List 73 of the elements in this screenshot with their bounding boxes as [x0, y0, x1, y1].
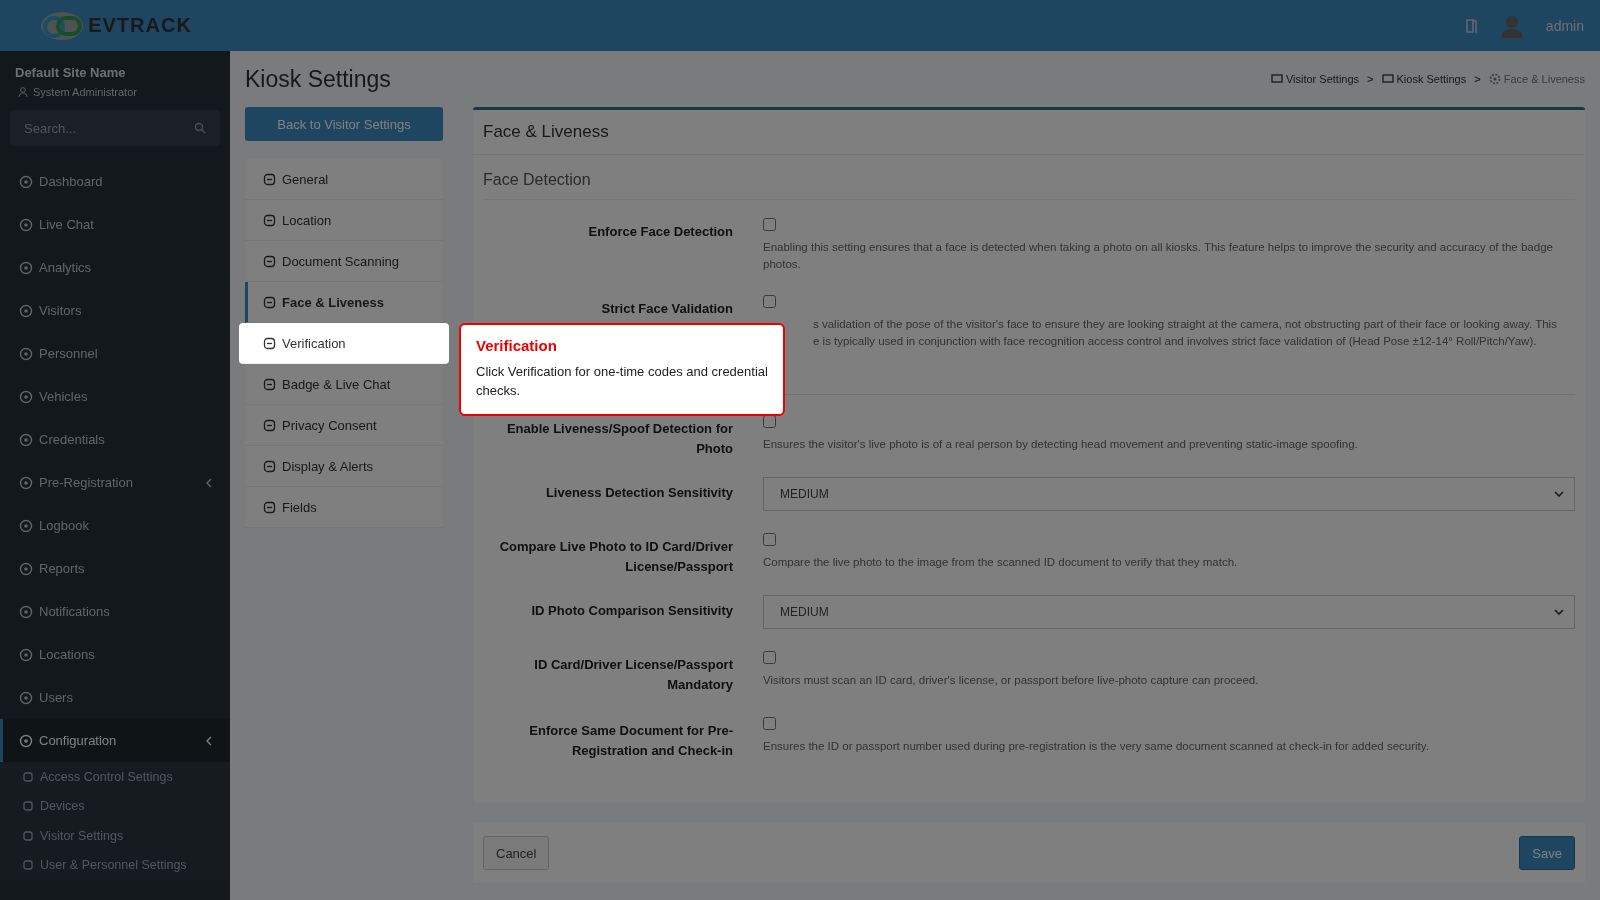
checkbox[interactable]	[763, 415, 776, 428]
checkbox[interactable]	[763, 533, 776, 546]
page-title: Kiosk Settings	[245, 65, 391, 93]
breadcrumb-icon	[1270, 73, 1283, 85]
nav-item[interactable]: Vehicles	[0, 375, 230, 418]
setting-description: Compare the live photo to the image from the scanned ID document to verify that they match.	[763, 555, 1239, 570]
breadcrumb-separator: >	[1367, 73, 1374, 85]
nav-item[interactable]: Users	[0, 676, 230, 719]
tooltip-title: Verification	[476, 337, 558, 354]
setting-description: Visitors must scan an ID card, driver's license, or passport before live-photo capture can proceed.	[763, 673, 1260, 688]
save-button[interactable]: Save	[1519, 836, 1575, 870]
settings-tab[interactable]: General	[245, 159, 443, 200]
settings-tab[interactable]: Display & Alerts	[245, 446, 443, 487]
setting-description: Enabling this setting ensures that a face is detected when taking a photo on all kiosks. This feature helps to improve the security and accuracy of the badge photos.	[763, 240, 1554, 272]
breadcrumb-link[interactable]: Kiosk Settings	[1381, 73, 1467, 85]
user-icon	[18, 87, 28, 97]
submenu-item[interactable]: Visitor Settings	[0, 821, 230, 851]
setting-label: Compare Live Photo to ID Card/Driver License/Passport	[498, 538, 733, 576]
breadcrumb-separator: >	[1474, 73, 1481, 85]
section-title: Face Detection	[483, 165, 1575, 200]
submenu-item[interactable]: Devices	[0, 791, 230, 821]
checkbox[interactable]	[763, 218, 776, 231]
setting-label: ID Card/Driver License/Passport Mandatory	[533, 656, 733, 694]
nav-item[interactable]: Live Chat	[0, 203, 230, 246]
breadcrumb-link[interactable]: Visitor Settings	[1270, 73, 1360, 85]
settings-tab[interactable]: Location	[245, 200, 443, 241]
submenu-item[interactable]: Access Control Settings	[0, 762, 230, 792]
nav-item[interactable]: Dashboard	[0, 160, 230, 203]
nav-item[interactable]: Notifications	[0, 590, 230, 633]
setting-label: Enforce Same Document for Pre-Registration and Check-in	[528, 722, 733, 760]
settings-tab[interactable]: Fields	[245, 487, 443, 528]
nav-item[interactable]: Credentials	[0, 418, 230, 461]
logo-text: EVTRACK	[88, 14, 192, 37]
back-button[interactable]: Back to Visitor Settings	[245, 107, 443, 141]
settings-tab[interactable]: Document Scanning	[245, 241, 443, 282]
dropdown-icon	[1554, 491, 1564, 497]
nav-item[interactable]: Configuration	[0, 719, 230, 762]
cancel-button[interactable]: Cancel	[483, 836, 550, 870]
settings-tab[interactable]: Privacy Consent	[245, 405, 443, 446]
nav-item[interactable]: Reports	[0, 547, 230, 590]
tooltip-text: Click Verification for one-time codes and credential checks.	[476, 363, 768, 400]
setting-label: Strict Face Validation	[600, 300, 733, 318]
nav-item[interactable]: Locations	[0, 633, 230, 676]
nav-item[interactable]: Analytics	[0, 246, 230, 289]
nav-item[interactable]: Logbook	[0, 504, 230, 547]
breadcrumb-icon	[1381, 73, 1394, 85]
checkbox[interactable]	[763, 651, 776, 664]
nav-item[interactable]: Pre-Registration	[0, 461, 230, 504]
logo-icon	[38, 10, 85, 41]
checkbox[interactable]	[763, 717, 776, 730]
role-text: System Administrator	[33, 86, 137, 98]
select-field[interactable]: MEDIUM	[763, 477, 1575, 511]
settings-tab[interactable]: Badge & Live Chat	[245, 364, 443, 405]
setting-description: e is typically used in conjunction with face recognition access control and involves strict face validation of (Head Pose ±12-14° Roll/Pitch/Yaw).	[813, 334, 1538, 349]
setting-description: Ensures the visitor's live photo is of a real person by detecting head movement and preventing static-image spoofing.	[763, 437, 1359, 452]
site-name: Default Site Name	[14, 65, 127, 80]
setting-description: s validation of the pose of the visitor's face to ensure they are looking straight at the camera, not obstructing part of their face or looking away. This	[813, 317, 1558, 332]
setting-label: ID Photo Comparison Sensitivity	[530, 602, 733, 620]
nav-item[interactable]: Visitors	[0, 289, 230, 332]
checkbox[interactable]	[763, 295, 776, 308]
setting-label: Enable Liveness/Spoof Detection for Photo	[505, 420, 733, 458]
select-field[interactable]: MEDIUM	[763, 595, 1575, 629]
search-icon[interactable]	[194, 122, 206, 134]
setting-label: Liveness Detection Sensitivity	[544, 484, 733, 502]
user-name[interactable]: admin	[1545, 17, 1584, 34]
setting-label: Enforce Face Detection	[587, 223, 733, 241]
breadcrumb-current: Face & Liveness	[1488, 73, 1585, 85]
setting-description: Ensures the ID or passport number used during pre-registration is the very same document scanned at check-in for added security.	[763, 739, 1430, 754]
dropdown-icon	[1554, 609, 1564, 615]
submenu-item[interactable]: User & Personnel Settings	[0, 850, 230, 880]
nav-item[interactable]: Personnel	[0, 332, 230, 375]
card-title: Face & Liveness	[473, 110, 1585, 155]
door-icon[interactable]	[1465, 18, 1478, 33]
